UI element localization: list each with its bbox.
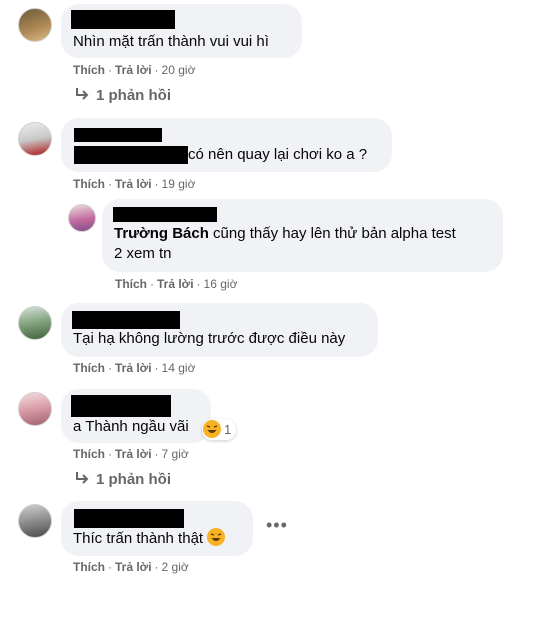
comment-bubble: Nhìn mặt trấn thành vui vui hì xyxy=(61,4,302,58)
replies-count: 1 phản hồi xyxy=(96,87,171,104)
comment-text: Thíc trấn thành thật xyxy=(73,528,226,549)
timestamp: 16 giờ xyxy=(203,277,238,291)
timestamp: 14 giờ xyxy=(161,361,196,375)
reply-button[interactable]: Trả lời xyxy=(115,361,152,375)
comment-text: có nên quay lại chơi ko a ? xyxy=(188,146,368,163)
comment-bubble: có nên quay lại chơi ko a ? xyxy=(61,118,392,172)
avatar[interactable] xyxy=(18,306,52,340)
reply-arrow-icon xyxy=(76,472,89,484)
avatar[interactable] xyxy=(18,392,52,426)
like-button[interactable]: Thích xyxy=(73,63,105,77)
comment-text: a Thành ngầu vãi xyxy=(73,418,189,435)
comment-actions: Thích · Trả lời · 7 giờ xyxy=(73,447,189,461)
reply-button[interactable]: Trả lời xyxy=(115,560,152,574)
view-replies-link[interactable]: 1 phản hồi xyxy=(74,87,171,104)
more-horizontal-icon[interactable]: ••• xyxy=(266,515,288,536)
reply-actions: Thích · Trả lời · 16 giờ xyxy=(115,277,238,291)
reply-text: cũng thấy hay lên thử bản alpha test xyxy=(208,225,456,242)
avatar[interactable] xyxy=(18,122,52,156)
like-button[interactable]: Thích xyxy=(73,177,105,191)
comment-text: Tại hạ không lường trước được điều này xyxy=(73,330,346,347)
redacted-name xyxy=(71,10,175,29)
reply-arrow-icon xyxy=(76,88,89,100)
reply-button[interactable]: Trả lời xyxy=(157,277,194,291)
like-button[interactable]: Thích xyxy=(115,277,147,291)
redacted-mention xyxy=(74,146,188,164)
avatar[interactable] xyxy=(18,8,52,42)
like-button[interactable]: Thích xyxy=(73,447,105,461)
comment-text: Nhìn mặt trấn thành vui vui hì xyxy=(73,33,269,50)
comment-actions: Thích · Trả lời · 19 giờ xyxy=(73,177,196,191)
timestamp: 20 giờ xyxy=(161,63,196,77)
comment-bubble: Tại hạ không lường trước được điều này xyxy=(61,303,378,357)
like-button[interactable]: Thích xyxy=(73,560,105,574)
reaction-badge[interactable]: 1 xyxy=(202,419,237,440)
comment-actions: Thích · Trả lời · 20 giờ xyxy=(73,63,196,77)
avatar[interactable] xyxy=(18,504,52,538)
reply-button[interactable]: Trả lời xyxy=(115,177,152,191)
comment-bubble: a Thành ngầu vãi xyxy=(61,389,211,443)
redacted-name xyxy=(74,509,184,528)
comment-actions: Thích · Trả lời · 14 giờ xyxy=(73,361,196,375)
avatar[interactable] xyxy=(68,204,96,232)
replies-count: 1 phản hồi xyxy=(96,471,171,488)
like-button[interactable]: Thích xyxy=(73,361,105,375)
redacted-name xyxy=(72,311,180,329)
comment-bubble: Thíc trấn thành thật xyxy=(61,501,253,556)
reply-bubble: Trường Bách cũng thấy hay lên thử bản al… xyxy=(102,199,503,272)
reply-text-line-2: 2 xem tn xyxy=(114,245,172,262)
timestamp: 7 giờ xyxy=(161,447,189,461)
reaction-count: 1 xyxy=(224,422,232,437)
reply-text-line-1: Trường Bách cũng thấy hay lên thử bản al… xyxy=(114,224,456,244)
view-replies-link[interactable]: 1 phản hồi xyxy=(74,471,171,488)
comment-actions: Thích · Trả lời · 2 giờ xyxy=(73,560,189,574)
redacted-name xyxy=(74,128,162,142)
redacted-name xyxy=(113,207,217,222)
mention-author[interactable]: Trường Bách xyxy=(114,225,209,242)
reply-button[interactable]: Trả lời xyxy=(115,63,152,77)
laughing-emoji-icon xyxy=(203,420,221,438)
redacted-name xyxy=(71,395,171,417)
comment-text-content: Thíc trấn thành thật xyxy=(73,530,204,547)
reply-button[interactable]: Trả lời xyxy=(115,447,152,461)
laughing-emoji-icon xyxy=(207,528,226,546)
timestamp: 2 giờ xyxy=(161,560,189,574)
timestamp: 19 giờ xyxy=(161,177,196,191)
